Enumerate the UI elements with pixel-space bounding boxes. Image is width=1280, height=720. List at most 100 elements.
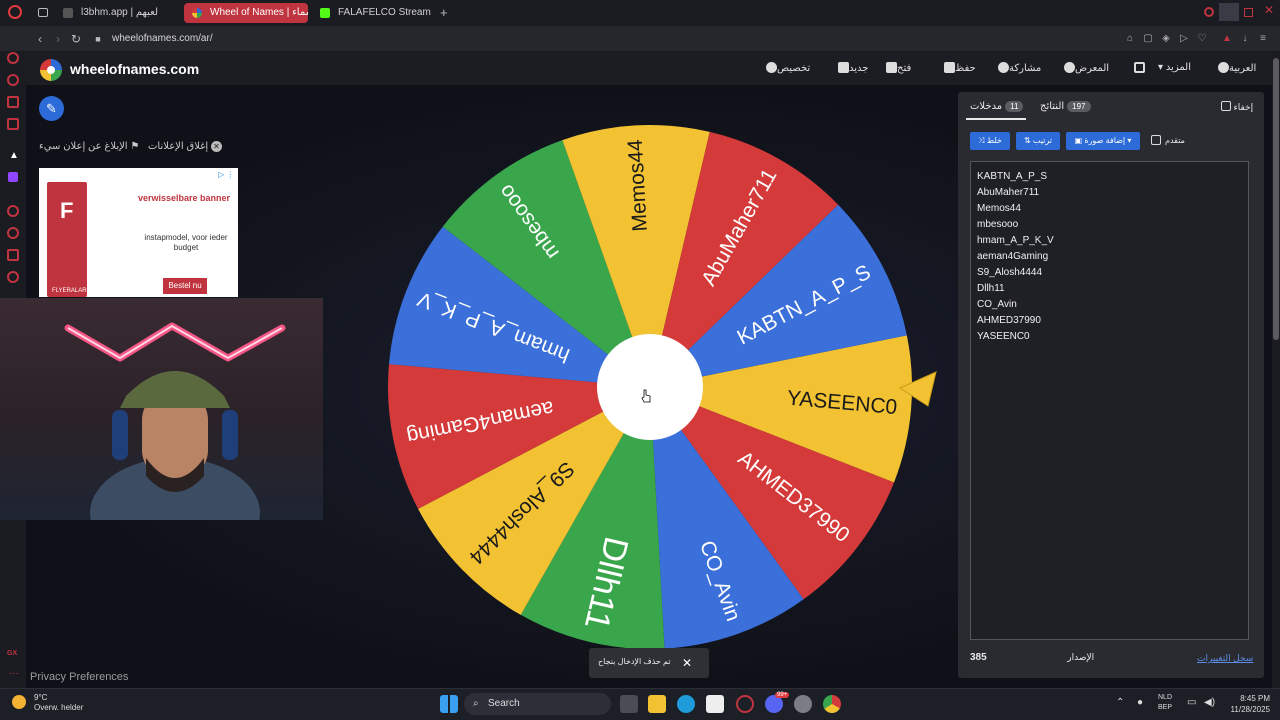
heart-icon[interactable]: ♡	[1195, 32, 1209, 46]
tab-results[interactable]: النتائج 197	[1040, 101, 1094, 112]
maximize-button[interactable]	[1244, 8, 1253, 17]
new-tab-button[interactable]: +	[440, 5, 448, 20]
globe-icon	[1218, 62, 1229, 73]
sidebar-more-icon[interactable]: ···	[9, 668, 19, 679]
close-ads-link[interactable]: إغلاق الإعلانات ✕	[148, 141, 222, 152]
windows-taskbar	[0, 688, 1280, 720]
sidebar-twitch-icon[interactable]	[7, 96, 19, 108]
sidebar-history-icon[interactable]	[7, 227, 19, 239]
start-windows-icon[interactable]	[440, 695, 458, 713]
wheelofnames-logo-icon[interactable]	[40, 59, 62, 81]
new-button[interactable]: جديد	[832, 62, 868, 74]
entries-textarea[interactable]	[970, 161, 1249, 640]
forward-icon[interactable]: ›	[50, 31, 66, 47]
sidebar-ai-icon[interactable]	[7, 52, 19, 64]
changelog-link[interactable]: سجل التغييرات	[1197, 653, 1253, 664]
ad-subtitle: instapmodel, voor ieder budget	[144, 233, 228, 252]
sort-button[interactable]: ⇅ ترتيب	[1016, 132, 1060, 150]
list-item: YASEENC0	[977, 331, 1030, 342]
opera-logo-icon[interactable]	[8, 5, 22, 19]
list-item: hmam_A_P_K_V	[977, 235, 1054, 246]
fullscreen-button[interactable]	[1128, 62, 1145, 74]
wheel-pointer-icon	[898, 371, 937, 407]
sidebar-bookmarks-icon[interactable]	[7, 249, 19, 261]
tab-l3bhm[interactable]: l3bhm.app | لعبهم	[55, 3, 180, 23]
tab-overview-icon[interactable]	[38, 8, 48, 17]
address-bar: ‹ › ↻ ■ wheelofnames.com/ar/ ⌂ ▢ ◈ ▷ ♡ ▲…	[0, 26, 1280, 52]
wallet-icon[interactable]: ▲	[1220, 32, 1234, 46]
microphone-icon[interactable]: ●	[1137, 697, 1143, 708]
sidebar-twitch2-icon[interactable]	[8, 172, 18, 182]
opera-gx-taskbar-icon[interactable]	[736, 695, 754, 713]
streamer-image	[90, 371, 260, 520]
taskbar-clock[interactable]: 8:45 PM 11/28/2025	[1226, 693, 1270, 715]
file-explorer-icon[interactable]	[648, 695, 666, 713]
site-name[interactable]: wheelofnames.com	[70, 61, 199, 77]
add-image-button[interactable]: ▣ إضافة صورة ▾	[1066, 132, 1140, 150]
gallery-button[interactable]: المعرض	[1058, 62, 1109, 74]
hand-cursor-icon	[641, 389, 651, 403]
volume-icon[interactable]: ◀)	[1204, 697, 1215, 708]
search-icon: ⌕	[473, 698, 479, 709]
adblock-icon[interactable]: ◈	[1159, 32, 1173, 46]
open-button[interactable]: فتح	[880, 62, 911, 74]
download-icon[interactable]: ↓	[1238, 32, 1252, 46]
list-item: KABTN_A_P_S	[977, 171, 1048, 182]
url-field[interactable]: wheelofnames.com/ar/	[112, 32, 213, 46]
tab-entries[interactable]: مدخلات 11	[970, 101, 1026, 112]
sidebar-settings-icon[interactable]	[7, 271, 19, 283]
edge-icon[interactable]	[677, 695, 695, 713]
sidebar-kick-icon[interactable]: ▲	[9, 150, 19, 161]
wheel-center-hub[interactable]	[597, 334, 703, 440]
share-button[interactable]: مشاركة	[992, 62, 1041, 74]
settings-gear-icon[interactable]	[794, 695, 812, 713]
input-language[interactable]: NLD BEP	[1158, 693, 1172, 713]
weather-widget[interactable]: 9°C Overw. helder	[34, 693, 83, 713]
task-view-icon[interactable]	[620, 695, 638, 713]
menu-icon[interactable]: ≡	[1256, 32, 1270, 46]
tray-chevron-up-icon[interactable]: ⌃	[1116, 697, 1124, 708]
advanced-checkbox[interactable]	[1151, 135, 1161, 145]
network-icon[interactable]: ▭	[1187, 697, 1196, 708]
hide-checkbox[interactable]	[1221, 101, 1231, 111]
sidebar-news-icon[interactable]	[7, 118, 19, 130]
hide-toggle[interactable]: إخفاء	[1218, 101, 1253, 113]
search-tabs-icon[interactable]	[1204, 7, 1214, 17]
sidebar-shop-icon[interactable]	[7, 74, 19, 86]
sidebar-player-icon[interactable]	[7, 205, 19, 217]
back-icon[interactable]: ‹	[32, 31, 48, 47]
language-menu[interactable]: العربية	[1212, 62, 1256, 74]
snapshot-icon[interactable]: ▢	[1141, 32, 1155, 46]
l3bhm-favicon-icon	[63, 8, 73, 18]
chrome-icon[interactable]	[823, 695, 841, 713]
edit-pencil-button[interactable]: ✎	[39, 96, 64, 121]
weather-sun-icon[interactable]	[12, 695, 26, 709]
sidebar-gx-icon[interactable]: GX	[7, 650, 17, 657]
shuffle-icon: ⤨	[978, 136, 985, 145]
store-icon[interactable]	[706, 695, 724, 713]
report-ad-link[interactable]: الإبلاغ عن إعلان سيء ⚑	[39, 141, 139, 152]
active-tab-underline	[966, 118, 1026, 120]
advanced-toggle[interactable]: متقدم	[1151, 135, 1185, 145]
image-icon: ▣	[1074, 136, 1083, 145]
scrollbar-thumb[interactable]	[1273, 58, 1279, 340]
toast-close-button[interactable]: ✕	[682, 656, 692, 670]
wheel-of-names[interactable]: YASEENC0AHMED37990CO_AvinDllh11S9_Alosh4…	[380, 117, 920, 657]
privacy-preferences-link[interactable]: Privacy Preferences	[30, 671, 128, 683]
ad-order-button[interactable]: Bestel nu	[163, 278, 207, 294]
shuffle-button[interactable]: ⤨ خلط	[970, 132, 1010, 150]
pin-icon[interactable]: ⌂	[1123, 32, 1137, 46]
webcam-overlay	[0, 298, 323, 520]
tab-wheel-of-names[interactable]: Wheel of Names | عجلة الأسماء	[184, 3, 308, 23]
minimize-button[interactable]	[1219, 3, 1239, 21]
reload-icon[interactable]: ↻	[68, 31, 84, 47]
tab-falafelco[interactable]: FALAFELCO Stream - Watch	[312, 3, 434, 23]
ad-choices-icon[interactable]: ▷ ⋮	[218, 170, 234, 179]
close-window-button[interactable]: ✕	[1264, 3, 1274, 17]
customize-button[interactable]: تخصيص	[760, 62, 810, 74]
taskbar-search[interactable]: ⌕ Search	[464, 693, 611, 715]
more-menu[interactable]: ▾ المزيد	[1158, 62, 1191, 73]
folder-icon	[886, 62, 897, 73]
save-button[interactable]: حفظ	[938, 62, 976, 74]
extensions-icon[interactable]: ▷	[1177, 32, 1191, 46]
